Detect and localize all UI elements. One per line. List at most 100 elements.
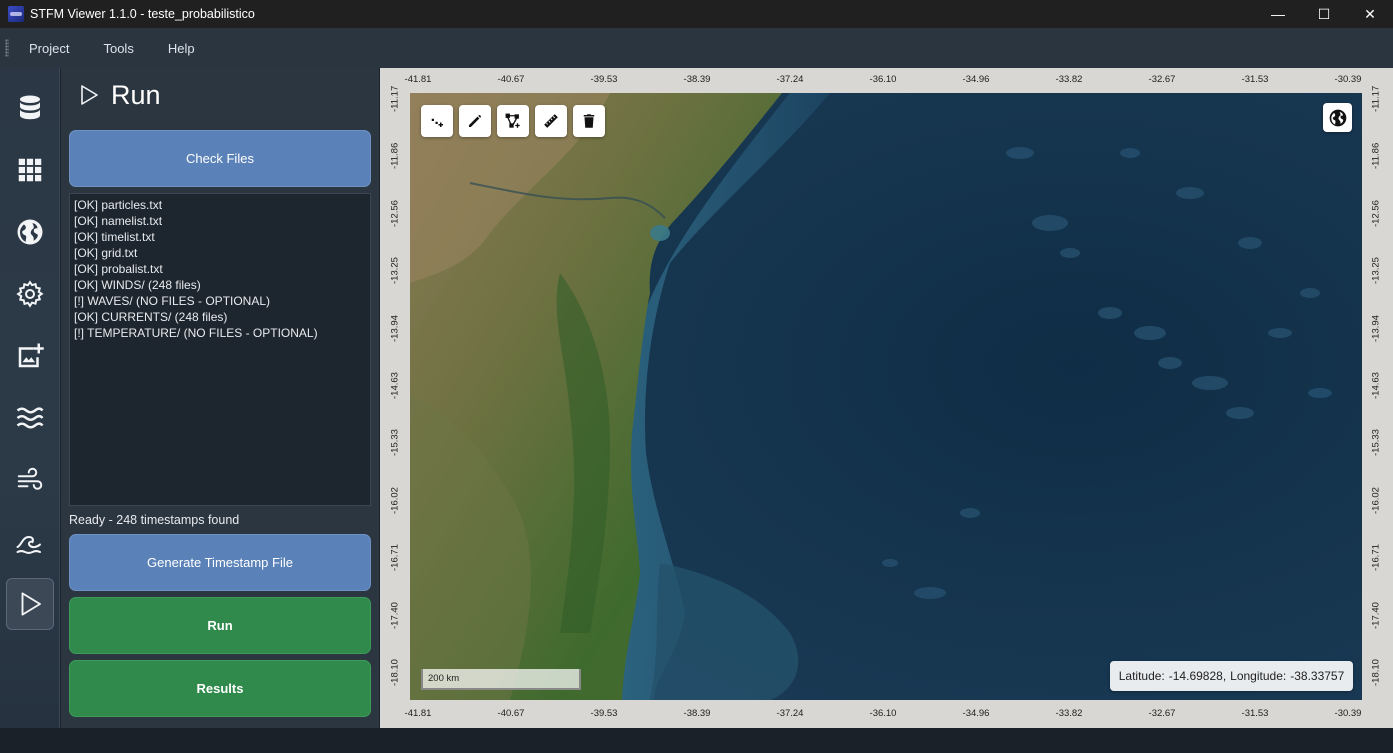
latitude-tick-label: -12.56 — [389, 199, 401, 227]
close-button[interactable]: ✕ — [1347, 0, 1393, 28]
trash-icon — [583, 114, 595, 128]
nav-database-button[interactable] — [6, 82, 54, 134]
window-title: STFM Viewer 1.1.0 - teste_probabilistico — [30, 7, 255, 21]
panel-title: Run — [111, 79, 161, 110]
latitude-tick-label: -15.33 — [1370, 429, 1382, 457]
polygon-tool-button[interactable] — [497, 105, 529, 137]
log-line: [OK] timelist.txt — [74, 230, 155, 244]
longitude-tick-label: -39.53 — [590, 708, 618, 719]
run-panel: Run Check Files [OK] particles.txt [OK] … — [61, 68, 379, 728]
globe-icon — [17, 219, 43, 245]
log-line: [OK] probalist.txt — [74, 262, 163, 276]
status-footer — [0, 728, 1393, 753]
gear-icon — [16, 280, 44, 308]
latitude-tick-label: -13.25 — [1370, 257, 1382, 285]
latitude-tick-label: -16.71 — [1370, 544, 1382, 572]
ruler-icon — [542, 112, 560, 130]
longitude-tick-label: -32.67 — [1148, 708, 1176, 719]
log-line: [OK] CURRENTS/ (248 files) — [74, 310, 228, 324]
longitude-tick-label: -39.53 — [590, 74, 618, 85]
delete-tool-button[interactable] — [573, 105, 605, 137]
longitude-tick-label: -38.39 — [683, 708, 711, 719]
menu-project[interactable]: Project — [29, 41, 69, 56]
nav-waves-button[interactable] — [6, 392, 54, 444]
log-line: [OK] particles.txt — [74, 198, 163, 212]
latitude-tick-label: -13.94 — [389, 314, 401, 342]
nav-add-image-button[interactable] — [6, 330, 54, 382]
latitude-axis-left: -11.17 -11.86 -12.56 -13.25 -13.94 -14.63 -15.… — [388, 85, 402, 700]
menu-tools[interactable]: Tools — [103, 41, 133, 56]
latitude-tick-label: -16.71 — [389, 544, 401, 572]
latitude-tick-label: -17.40 — [1370, 601, 1382, 629]
log-line: [!] WAVES/ (NO FILES - OPTIONAL) — [74, 294, 271, 308]
longitude-tick-label: -41.81 — [404, 74, 432, 85]
basemap-layer-button[interactable] — [1323, 103, 1352, 132]
longitude-tick-label: -37.24 — [776, 708, 804, 719]
longitude-tick-label: -38.39 — [683, 74, 711, 85]
nav-run-button[interactable] — [6, 578, 54, 630]
latitude-tick-label: -12.56 — [1370, 199, 1382, 227]
latitude-tick-label: -14.63 — [1370, 372, 1382, 399]
log-line: [OK] namelist.txt — [74, 214, 163, 228]
add-point-tool-button[interactable] — [421, 105, 453, 137]
longitude-axis-bottom: -41.81 -40.67 -39.53 -38.39 -37.24 -36.10 -34.… — [405, 708, 1362, 722]
map-frame: -41.81 -40.67 -39.53 -38.39 -37.24 -36.10 -34.… — [380, 68, 1393, 728]
run-button[interactable]: Run — [69, 597, 371, 654]
latitude-label: Latitude: — [1118, 669, 1165, 683]
panel-header: Run — [77, 78, 161, 112]
app-logo-icon — [8, 6, 24, 22]
latitude-tick-label: -13.25 — [389, 257, 401, 285]
minimize-button[interactable]: — — [1255, 0, 1301, 28]
log-line: [OK] WINDS/ (248 files) — [74, 278, 201, 292]
maximize-button[interactable]: ☐ — [1301, 0, 1347, 28]
longitude-tick-label: -37.24 — [776, 74, 804, 85]
latitude-tick-label: -11.17 — [1370, 85, 1382, 112]
log-line: [!] TEMPERATURE/ (NO FILES - OPTIONAL) — [74, 326, 318, 340]
wind-icon — [17, 467, 43, 490]
latitude-tick-label: -17.40 — [389, 601, 401, 629]
latitude-tick-label: -16.02 — [1370, 486, 1382, 514]
title-bar: STFM Viewer 1.1.0 - teste_probabilistico… — [0, 0, 1393, 28]
generate-timestamp-button[interactable]: Generate Timestamp File — [69, 534, 371, 591]
satellite-map[interactable]: 200 km Latitude: -14.69828, Longitude: -… — [410, 93, 1362, 700]
latitude-tick-label: -18.10 — [1370, 659, 1382, 686]
latitude-tick-label: -13.94 — [1370, 314, 1382, 342]
nav-globe-button[interactable] — [6, 206, 54, 258]
draw-tool-button[interactable] — [459, 105, 491, 137]
pencil-icon — [469, 115, 481, 127]
nav-ocean-button[interactable] — [6, 516, 54, 568]
menu-help[interactable]: Help — [168, 41, 195, 56]
app-window: STFM Viewer 1.1.0 - teste_probabilistico… — [0, 0, 1393, 753]
nav-grid-button[interactable] — [6, 144, 54, 196]
cursor-coordinates: Latitude: -14.69828, Longitude: -38.3375… — [1110, 661, 1353, 691]
check-files-button[interactable]: Check Files — [69, 130, 371, 187]
database-icon — [20, 95, 40, 120]
longitude-tick-label: -32.67 — [1148, 74, 1176, 85]
status-text: Ready - 248 timestamps found — [69, 513, 240, 527]
nav-settings-button[interactable] — [6, 268, 54, 320]
map-scale-bar: 200 km — [421, 669, 581, 690]
measure-tool-button[interactable] — [535, 105, 567, 137]
latitude-tick-label: -11.17 — [389, 85, 401, 112]
longitude-tick-label: -33.82 — [1055, 74, 1083, 85]
results-button[interactable]: Results — [69, 660, 371, 717]
latitude-tick-label: -11.86 — [389, 143, 401, 170]
longitude-tick-label: -30.39 — [1334, 74, 1362, 85]
latitude-value: -14.69828, — [1168, 669, 1227, 683]
menu-grip-handle[interactable] — [5, 39, 9, 57]
longitude-tick-label: -30.39 — [1334, 708, 1362, 719]
image-add-icon — [18, 343, 44, 368]
play-icon — [21, 592, 41, 616]
globe-icon — [1329, 109, 1346, 126]
longitude-tick-label: -33.82 — [1055, 708, 1083, 719]
longitude-tick-label: -34.96 — [962, 708, 990, 719]
longitude-tick-label: -40.67 — [497, 708, 525, 719]
latitude-tick-label: -15.33 — [389, 429, 401, 457]
latitude-tick-label: -11.86 — [1370, 143, 1382, 170]
latitude-axis-right: -11.17 -11.86 -12.56 -13.25 -13.94 -14.63 -15.… — [1369, 85, 1383, 700]
add-point-icon — [431, 118, 443, 127]
nav-wind-button[interactable] — [6, 454, 54, 506]
grid-icon — [18, 158, 42, 182]
longitude-tick-label: -31.53 — [1241, 708, 1269, 719]
latitude-tick-label: -16.02 — [389, 486, 401, 514]
